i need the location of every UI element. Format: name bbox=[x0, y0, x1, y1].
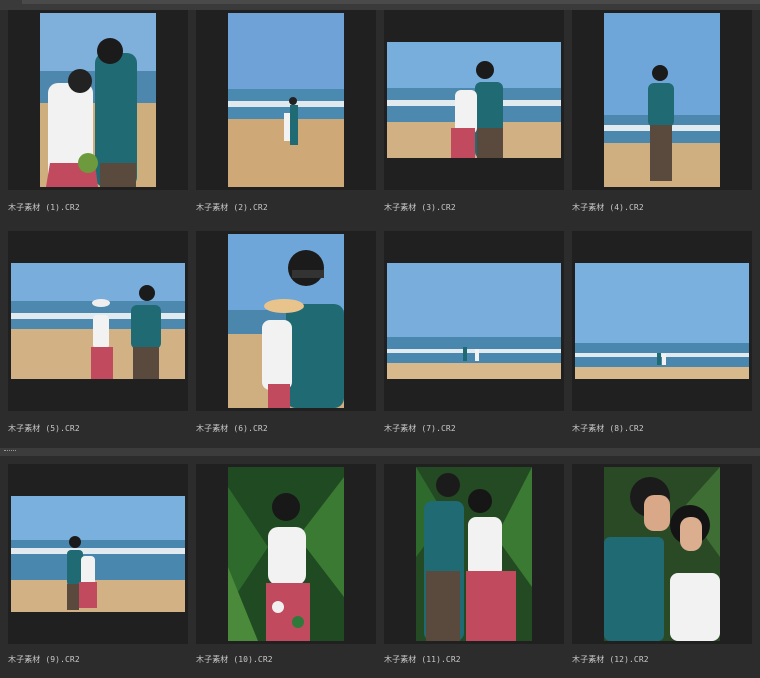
file-name-label: 木子素材 (6).CR2 bbox=[196, 424, 268, 433]
photo-thumbnail[interactable] bbox=[228, 467, 344, 641]
file-name-label: 木子素材 (12).CR2 bbox=[572, 655, 649, 664]
thumbnail-frame[interactable] bbox=[196, 231, 376, 411]
photo-thumbnail[interactable] bbox=[228, 234, 344, 408]
photo-thumbnail[interactable] bbox=[387, 263, 561, 379]
file-name-label: 木子素材 (8).CR2 bbox=[572, 424, 644, 433]
thumbnail-frame[interactable] bbox=[572, 231, 752, 411]
thumbnail-frame[interactable] bbox=[384, 10, 564, 190]
top-scrollbar[interactable] bbox=[0, 0, 760, 10]
photo-thumbnail[interactable] bbox=[416, 467, 532, 641]
photo-thumbnail[interactable] bbox=[11, 496, 185, 612]
thumbnail-frame[interactable] bbox=[384, 464, 564, 644]
thumbnail-frame[interactable] bbox=[8, 231, 188, 411]
file-name-label: 木子素材 (1).CR2 bbox=[8, 203, 80, 212]
top-scrollbar-thumb[interactable] bbox=[22, 0, 760, 4]
file-name-label: 木子素材 (11).CR2 bbox=[384, 655, 461, 664]
thumbnail-frame[interactable] bbox=[572, 464, 752, 644]
file-name-label: 木子素材 (5).CR2 bbox=[8, 424, 80, 433]
photo-thumbnail[interactable] bbox=[228, 13, 344, 187]
thumbnail-frame[interactable] bbox=[384, 231, 564, 411]
row-divider-marker bbox=[4, 450, 16, 454]
file-name-label: 木子素材 (7).CR2 bbox=[384, 424, 456, 433]
file-name-label: 木子素材 (9).CR2 bbox=[8, 655, 80, 664]
file-name-label: 木子素材 (2).CR2 bbox=[196, 203, 268, 212]
file-name-label: 木子素材 (10).CR2 bbox=[196, 655, 273, 664]
thumbnail-frame[interactable] bbox=[8, 464, 188, 644]
photo-thumbnail[interactable] bbox=[604, 467, 720, 641]
thumbnail-frame[interactable] bbox=[8, 10, 188, 190]
thumbnail-frame[interactable] bbox=[196, 464, 376, 644]
file-name-label: 木子素材 (3).CR2 bbox=[384, 203, 456, 212]
thumbnail-frame[interactable] bbox=[572, 10, 752, 190]
file-name-label: 木子素材 (4).CR2 bbox=[572, 203, 644, 212]
photo-thumbnail[interactable] bbox=[575, 263, 749, 379]
thumbnail-frame[interactable] bbox=[196, 10, 376, 190]
photo-thumbnail[interactable] bbox=[40, 13, 156, 187]
row-divider bbox=[0, 448, 760, 456]
photo-thumbnail[interactable] bbox=[604, 13, 720, 187]
photo-thumbnail[interactable] bbox=[387, 42, 561, 158]
photo-thumbnail[interactable] bbox=[11, 263, 185, 379]
